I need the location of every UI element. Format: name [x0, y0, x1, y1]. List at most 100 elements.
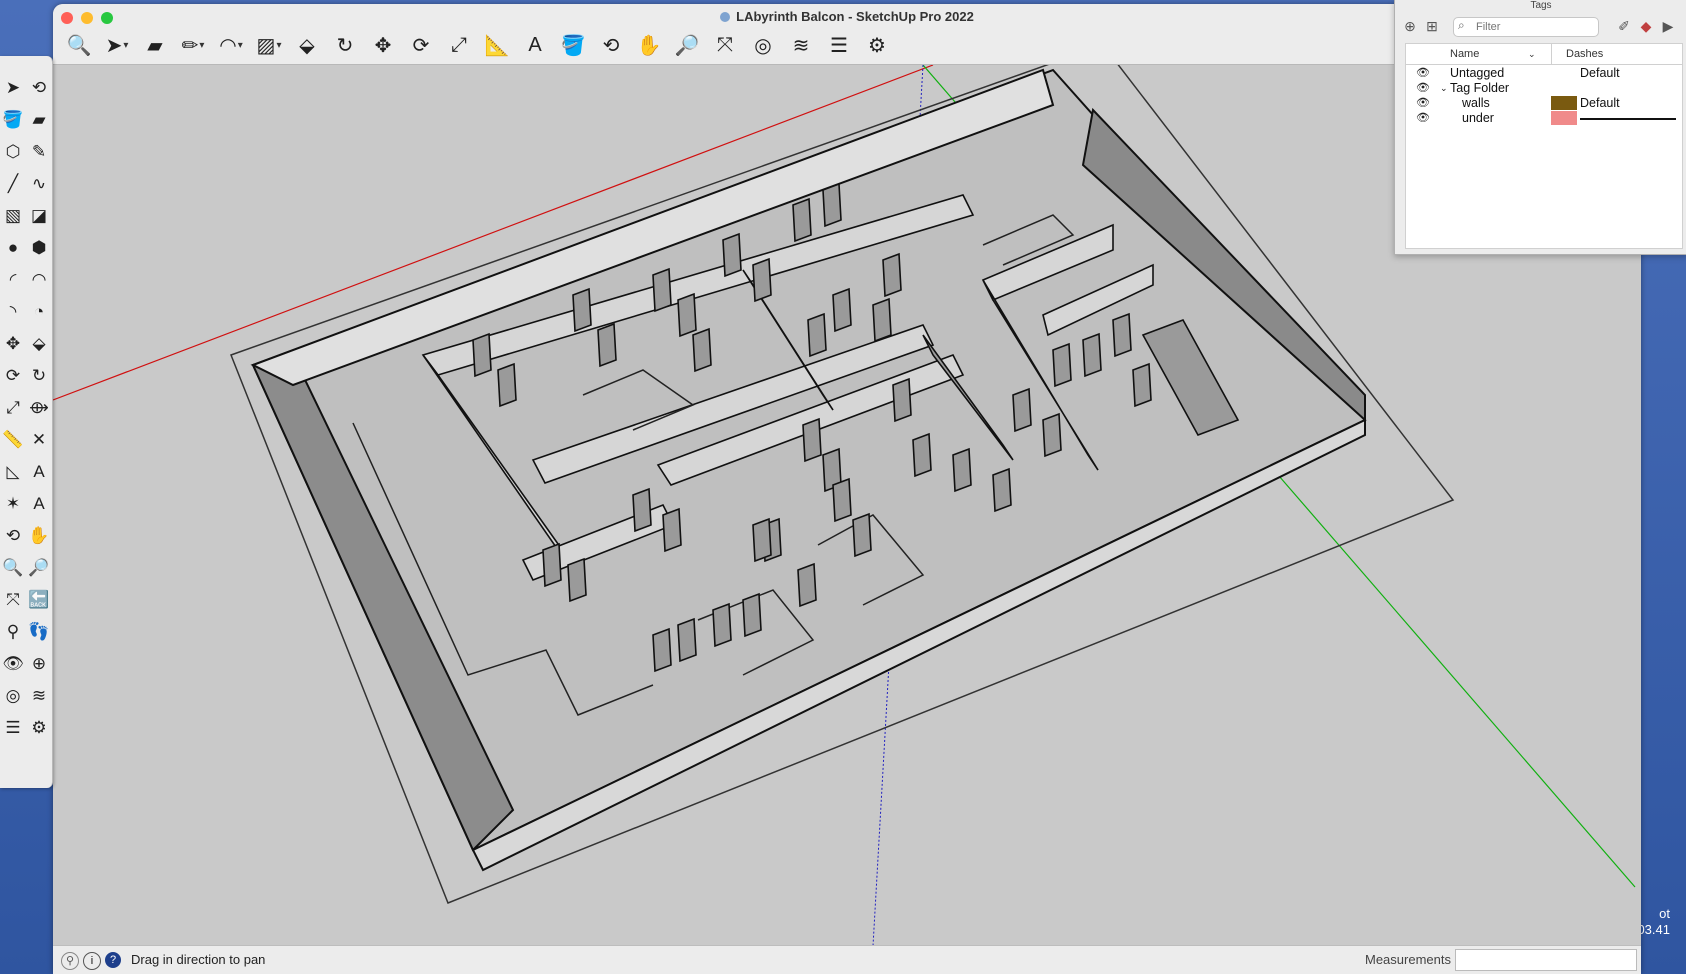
zoom-icon[interactable]: 🔍 — [0, 554, 26, 582]
tag-tool-icon[interactable]: ✐ — [1615, 17, 1633, 35]
orbit-icon[interactable]: ⟲ — [0, 522, 26, 550]
eraser-icon[interactable]: ▰ — [26, 106, 52, 134]
follow-me-icon[interactable]: ↻ — [26, 362, 52, 390]
position-camera-icon[interactable]: ⚲ — [0, 618, 26, 646]
column-header-dashes[interactable]: Dashes — [1551, 44, 1603, 64]
visibility-eye-icon[interactable]: 👁 — [1416, 110, 1430, 126]
info-icon[interactable]: i — [83, 952, 101, 970]
3d-warehouse-icon[interactable]: ◎ — [0, 682, 26, 710]
tag-dashes[interactable]: Default — [1580, 65, 1620, 81]
search-icon: ⌕ — [1458, 18, 1465, 32]
zoom-extents-icon[interactable]: ⤧ — [0, 586, 26, 614]
extension-manager-icon[interactable]: ⚙ — [861, 30, 893, 60]
tag-color-swatch[interactable] — [1551, 96, 1577, 110]
pencil-icon[interactable]: ✎ — [26, 138, 52, 166]
extension-manager-icon[interactable]: ⚙ — [26, 714, 52, 742]
layout-icon[interactable]: ☰ — [0, 714, 26, 742]
orbit-icon[interactable]: ⟲ — [595, 30, 627, 60]
line-icon[interactable]: ✏ — [177, 30, 209, 60]
add-tag-icon[interactable]: ⊕ — [1401, 17, 1419, 35]
paint-bucket-icon[interactable]: 🪣 — [557, 30, 589, 60]
tape-measure-icon[interactable]: 📏 — [0, 426, 26, 454]
column-header-name[interactable]: Name — [1450, 44, 1479, 64]
rectangle-icon[interactable]: ▨ — [253, 30, 285, 60]
rotate-icon[interactable]: ⟳ — [405, 30, 437, 60]
window-title-text: LAbyrinth Balcon - SketchUp Pro 2022 — [736, 9, 974, 24]
push-pull-icon[interactable]: ⬙ — [26, 330, 52, 358]
pan-icon[interactable]: ✋ — [26, 522, 52, 550]
section-plane-icon[interactable]: ⊕ — [26, 650, 52, 678]
offset-icon[interactable]: ⟴ — [26, 394, 52, 422]
scale-icon[interactable]: ⤢ — [0, 394, 26, 422]
zoom-window-icon[interactable]: 🔎 — [26, 554, 52, 582]
line-icon[interactable]: ╱ — [0, 170, 26, 198]
3d-warehouse-icon[interactable]: ◎ — [747, 30, 779, 60]
components-icon[interactable]: ⬡ — [0, 138, 26, 166]
details-menu-icon[interactable]: ▶ — [1659, 17, 1677, 35]
previous-view-icon[interactable]: 🔙 — [26, 586, 52, 614]
text-icon[interactable]: A — [26, 458, 52, 486]
tag-name[interactable]: Tag Folder — [1450, 80, 1509, 96]
visibility-eye-icon[interactable]: 👁 — [1416, 95, 1430, 111]
add-folder-icon[interactable]: ⊞ — [1423, 17, 1441, 35]
push-pull-icon[interactable]: ⬙ — [291, 30, 323, 60]
select-icon[interactable]: ➤ — [0, 74, 26, 102]
scale-icon[interactable]: ⤢ — [443, 30, 475, 60]
circle-icon[interactable]: ● — [0, 234, 26, 262]
follow-me-icon[interactable]: ↻ — [329, 30, 361, 60]
look-around-icon[interactable]: 👁 — [0, 650, 26, 678]
pie-icon[interactable]: ◔ — [26, 298, 52, 326]
eraser-icon[interactable]: ▰ — [139, 30, 171, 60]
arc-icon[interactable]: ◠ — [215, 30, 247, 60]
tags-panel: Tags ⊕ ⊞ ⌕ ✐ ◆ ▶ Name ⌄ Dashes 👁 Untagged… — [1394, 0, 1686, 255]
help-icon[interactable]: ? — [105, 952, 121, 968]
arc-icon[interactable]: ◜ — [0, 266, 26, 294]
select-icon[interactable]: ➤ — [101, 30, 133, 60]
paint-bucket-icon[interactable]: 🪣 — [0, 106, 26, 134]
tag-color-swatch[interactable] — [1551, 111, 1577, 125]
three-point-arc-icon[interactable]: ◝ — [0, 298, 26, 326]
tag-dashes[interactable]: Default — [1580, 95, 1620, 111]
tag-row[interactable]: 👁 Untagged Default — [1406, 65, 1682, 81]
axes-icon[interactable]: ✶ — [0, 490, 26, 518]
move-icon[interactable]: ✥ — [0, 330, 26, 358]
3d-text-icon[interactable]: A — [26, 490, 52, 518]
color-by-tag-icon[interactable]: ◆ — [1637, 17, 1655, 35]
tags-filter-input[interactable] — [1474, 19, 1596, 35]
move-icon[interactable]: ✥ — [367, 30, 399, 60]
layout-icon[interactable]: ☰ — [823, 30, 855, 60]
dimension-icon[interactable]: ✕ — [26, 426, 52, 454]
extension-warehouse-icon[interactable]: ≋ — [26, 682, 52, 710]
visibility-eye-icon[interactable]: 👁 — [1416, 80, 1430, 96]
extension-warehouse-icon[interactable]: ≋ — [785, 30, 817, 60]
tag-name[interactable]: under — [1462, 110, 1494, 126]
sort-chevron-icon[interactable]: ⌄ — [1528, 44, 1536, 64]
zoom-icon[interactable]: 🔎 — [671, 30, 703, 60]
rotate-icon[interactable]: ⟳ — [0, 362, 26, 390]
large-tool-set-palette: ➤ ⟲ 🪣 ▰ ⬡ ✎ ╱ ∿ ▧ ◪ ● ⬢ ◜ ◠ ◝ ◔ ✥ ⬙ ⟳ ↻ ⤢ ⟴ 📏 ✕ ◺ A ✶ A ⟲ ✋ 🔍 🔎 ⤧ 🔙 ⚲ 👣 👁 ⊕ ◎ ≋… — [0, 56, 53, 788]
geo-location-icon[interactable]: ⚲ — [61, 952, 79, 970]
tag-row[interactable]: 👁 ⌄ Tag Folder — [1406, 80, 1682, 96]
polygon-icon[interactable]: ⬢ — [26, 234, 52, 262]
rotated-rectangle-icon[interactable]: ◪ — [26, 202, 52, 230]
zoom-extents-icon[interactable]: ⤧ — [709, 30, 741, 60]
measurements-input[interactable] — [1455, 949, 1637, 971]
pan-icon[interactable]: ✋ — [633, 30, 665, 60]
two-point-arc-icon[interactable]: ◠ — [26, 266, 52, 294]
tag-name[interactable]: walls — [1462, 95, 1490, 111]
freehand-icon[interactable]: ∿ — [26, 170, 52, 198]
tags-filter[interactable]: ⌕ — [1453, 17, 1599, 37]
lasso-icon[interactable]: ⟲ — [26, 74, 52, 102]
protractor-icon[interactable]: ◺ — [0, 458, 26, 486]
tape-measure-icon[interactable]: 📐 — [481, 30, 513, 60]
text-icon[interactable]: A — [519, 30, 551, 60]
tag-row[interactable]: 👁 walls Default — [1406, 95, 1682, 111]
tag-name[interactable]: Untagged — [1450, 65, 1504, 81]
visibility-eye-icon[interactable]: 👁 — [1416, 65, 1430, 81]
walk-icon[interactable]: 👣 — [26, 618, 52, 646]
zoom-window-icon[interactable]: 🔍 — [63, 30, 95, 60]
tag-dash-line[interactable] — [1580, 118, 1676, 120]
rectangle-icon[interactable]: ▧ — [0, 202, 26, 230]
tag-row[interactable]: 👁 under — [1406, 110, 1682, 126]
folder-disclosure-icon[interactable]: ⌄ — [1440, 80, 1448, 96]
